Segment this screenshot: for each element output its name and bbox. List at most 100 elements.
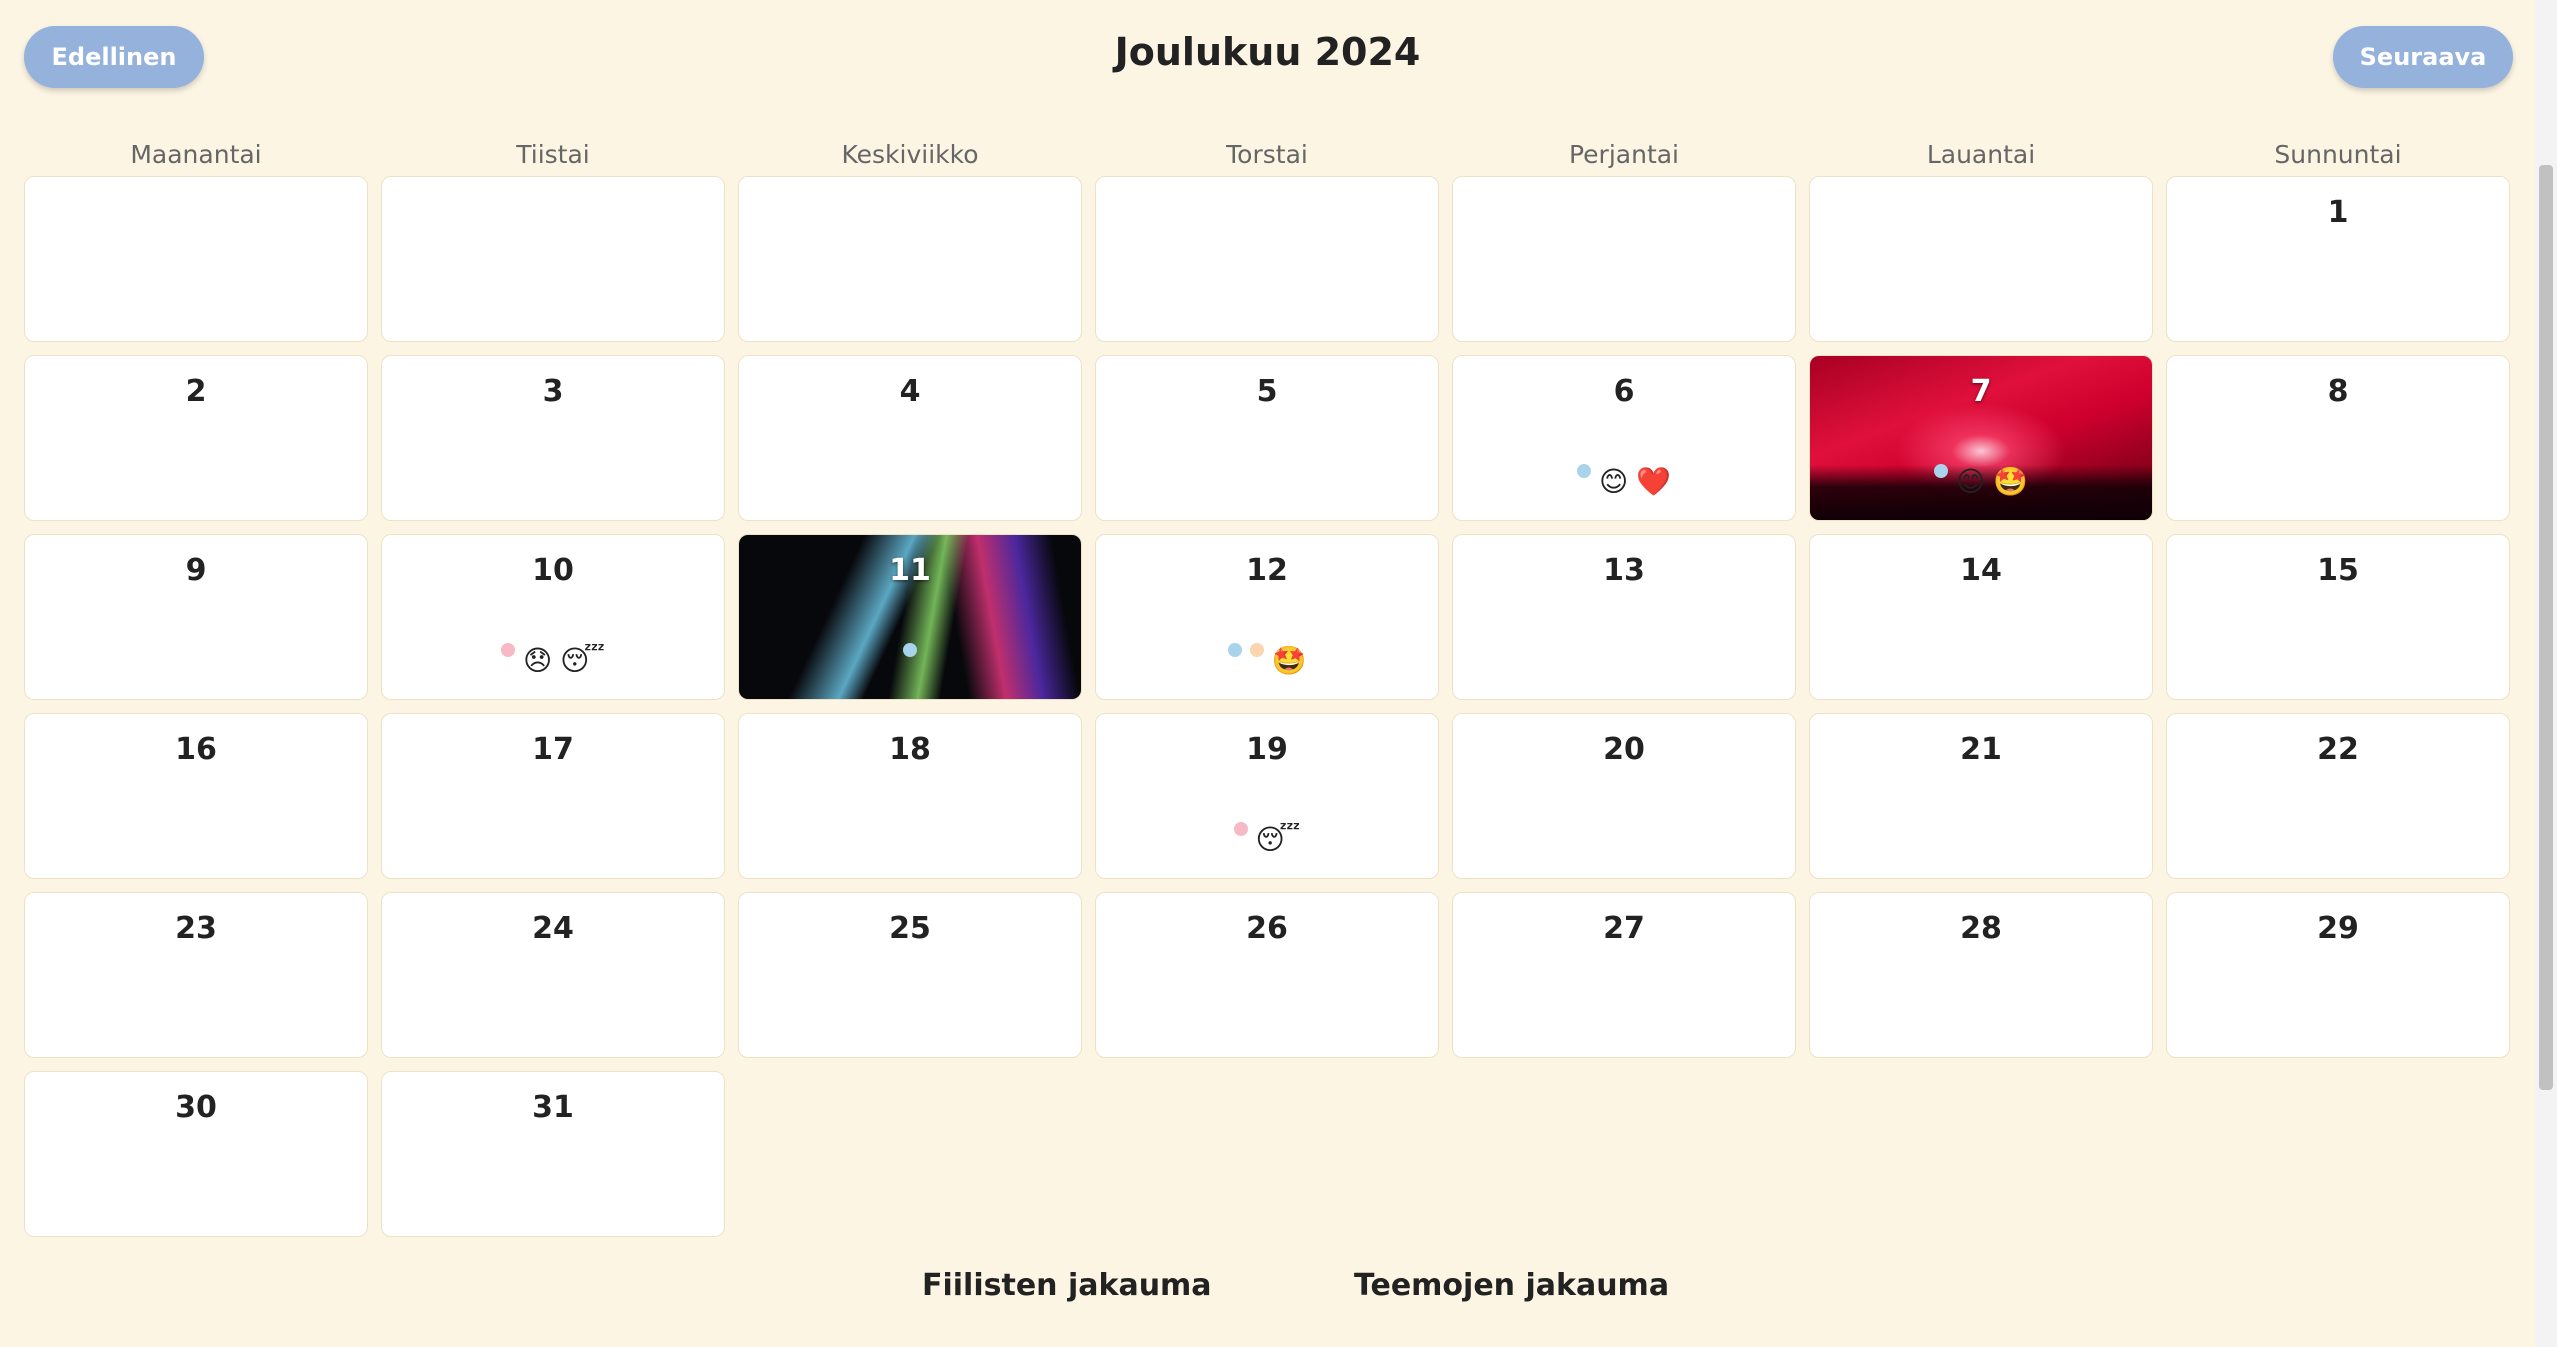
entry-dot — [903, 643, 917, 657]
calendar-day-28[interactable]: 28 — [1809, 892, 2153, 1058]
day-number: 31 — [532, 1090, 574, 1125]
weekday-header: Maanantai Tiistai Keskiviikko Torstai Pe… — [24, 140, 2513, 169]
day-number: 30 — [175, 1090, 217, 1125]
day-number: 28 — [1960, 911, 2002, 946]
day-number: 17 — [532, 732, 574, 767]
calendar-blank-cell — [381, 176, 725, 342]
day-number: 22 — [2317, 732, 2359, 767]
calendar-day-15[interactable]: 15 — [2166, 534, 2510, 700]
mood-emoji-icon: ❤️ — [1636, 465, 1672, 498]
day-number: 16 — [175, 732, 217, 767]
day-number: 29 — [2317, 911, 2359, 946]
day-number: 6 — [1613, 374, 1635, 409]
calendar-day-24[interactable]: 24 — [381, 892, 725, 1058]
mood-emoji-icon: 😴 — [560, 644, 606, 677]
day-number: 19 — [1246, 732, 1288, 767]
day-number: 8 — [2327, 374, 2349, 409]
day-number: 13 — [1603, 553, 1645, 588]
calendar-blank-cell — [24, 176, 368, 342]
day-number: 18 — [889, 732, 931, 767]
day-number: 5 — [1256, 374, 1278, 409]
day-number: 27 — [1603, 911, 1645, 946]
weekday-label: Keskiviikko — [841, 140, 979, 169]
mood-emoji-icon: 🤩 — [1271, 644, 1307, 677]
mood-emoji-icon: 😞 — [522, 644, 553, 677]
calendar-day-6[interactable]: 6 😊 ❤️ — [1452, 355, 1796, 521]
mood-distribution-title: Fiilisten jakauma — [922, 1268, 1212, 1303]
calendar-day-20[interactable]: 20 — [1452, 713, 1796, 879]
month-title: Joulukuu 2024 — [1114, 30, 1421, 74]
entry-dot — [1933, 464, 1948, 478]
day-number: 25 — [889, 911, 931, 946]
calendar-day-9[interactable]: 9 — [24, 534, 368, 700]
entry-indicators: 😊 🤩 — [1810, 464, 2152, 496]
calendar-day-27[interactable]: 27 — [1452, 892, 1796, 1058]
weekday-label: Sunnuntai — [2274, 140, 2402, 169]
calendar-day-25[interactable]: 25 — [738, 892, 1082, 1058]
mood-emoji-icon: 🤩 — [1993, 465, 2029, 498]
day-number: 24 — [532, 911, 574, 946]
calendar-day-21[interactable]: 21 — [1809, 713, 2153, 879]
calendar-day-23[interactable]: 23 — [24, 892, 368, 1058]
calendar-day-4[interactable]: 4 — [738, 355, 1082, 521]
day-number: 20 — [1603, 732, 1645, 767]
weekday-label: Tiistai — [516, 140, 590, 169]
calendar-grid: 1 2 3 4 5 6 😊 ❤️ 7 😊 🤩 8 9 10 😞 😴 11 12 🤩 13 14 15 16 17 18 19 😴 20… — [24, 176, 2513, 1237]
calendar-day-3[interactable]: 3 — [381, 355, 725, 521]
entry-dot — [1576, 464, 1591, 478]
calendar-day-19[interactable]: 19 😴 — [1095, 713, 1439, 879]
vertical-scrollbar[interactable] — [2535, 0, 2557, 1347]
entry-indicators: 😞 😴 — [382, 643, 724, 675]
calendar-day-13[interactable]: 13 — [1452, 534, 1796, 700]
weekday-label: Lauantai — [1926, 140, 2036, 169]
calendar-day-31[interactable]: 31 — [381, 1071, 725, 1237]
entry-indicators: 🤩 — [1096, 643, 1438, 675]
day-number: 23 — [175, 911, 217, 946]
calendar-day-29[interactable]: 29 — [2166, 892, 2510, 1058]
next-month-button[interactable]: Seuraava — [2333, 26, 2513, 88]
weekday-label: Perjantai — [1568, 140, 1680, 169]
calendar-day-18[interactable]: 18 — [738, 713, 1082, 879]
day-number: 1 — [2327, 195, 2349, 230]
day-number: 9 — [185, 553, 207, 588]
calendar-day-17[interactable]: 17 — [381, 713, 725, 879]
calendar-day-14[interactable]: 14 — [1809, 534, 2153, 700]
calendar-day-12[interactable]: 12 🤩 — [1095, 534, 1439, 700]
mood-emoji-icon: 😊 — [1955, 465, 1986, 498]
day-number: 4 — [899, 374, 921, 409]
calendar-day-1[interactable]: 1 — [2166, 176, 2510, 342]
day-number: 15 — [2317, 553, 2359, 588]
theme-distribution-title: Teemojen jakauma — [1354, 1268, 1670, 1303]
calendar-day-16[interactable]: 16 — [24, 713, 368, 879]
calendar-day-22[interactable]: 22 — [2166, 713, 2510, 879]
entry-dot — [1233, 822, 1248, 836]
entry-dot — [1249, 643, 1264, 657]
calendar-blank-cell — [1452, 176, 1796, 342]
calendar-blank-cell — [738, 176, 1082, 342]
day-number: 11 — [889, 553, 931, 588]
calendar-day-7[interactable]: 7 😊 🤩 — [1809, 355, 2153, 521]
day-number: 3 — [542, 374, 564, 409]
scrollbar-thumb[interactable] — [2539, 165, 2553, 1090]
entry-indicators: 😴 — [1096, 822, 1438, 854]
calendar-day-26[interactable]: 26 — [1095, 892, 1439, 1058]
mood-emoji-icon: 😊 — [1598, 465, 1629, 498]
calendar-day-8[interactable]: 8 — [2166, 355, 2510, 521]
calendar-blank-cell — [1095, 176, 1439, 342]
entry-dot — [500, 643, 515, 657]
day-number: 21 — [1960, 732, 2002, 767]
day-number: 26 — [1246, 911, 1288, 946]
calendar-day-2[interactable]: 2 — [24, 355, 368, 521]
weekday-label: Maanantai — [130, 140, 262, 169]
calendar-day-10[interactable]: 10 😞 😴 — [381, 534, 725, 700]
day-number: 12 — [1246, 553, 1288, 588]
weekday-label: Torstai — [1226, 140, 1308, 169]
calendar-day-30[interactable]: 30 — [24, 1071, 368, 1237]
day-number: 10 — [532, 553, 574, 588]
entry-indicators: 😊 ❤️ — [1453, 464, 1795, 496]
calendar-day-11[interactable]: 11 — [738, 534, 1082, 700]
calendar-blank-cell — [1809, 176, 2153, 342]
calendar-day-5[interactable]: 5 — [1095, 355, 1439, 521]
day-number: 7 — [1970, 374, 1992, 409]
entry-indicators — [739, 643, 1081, 675]
